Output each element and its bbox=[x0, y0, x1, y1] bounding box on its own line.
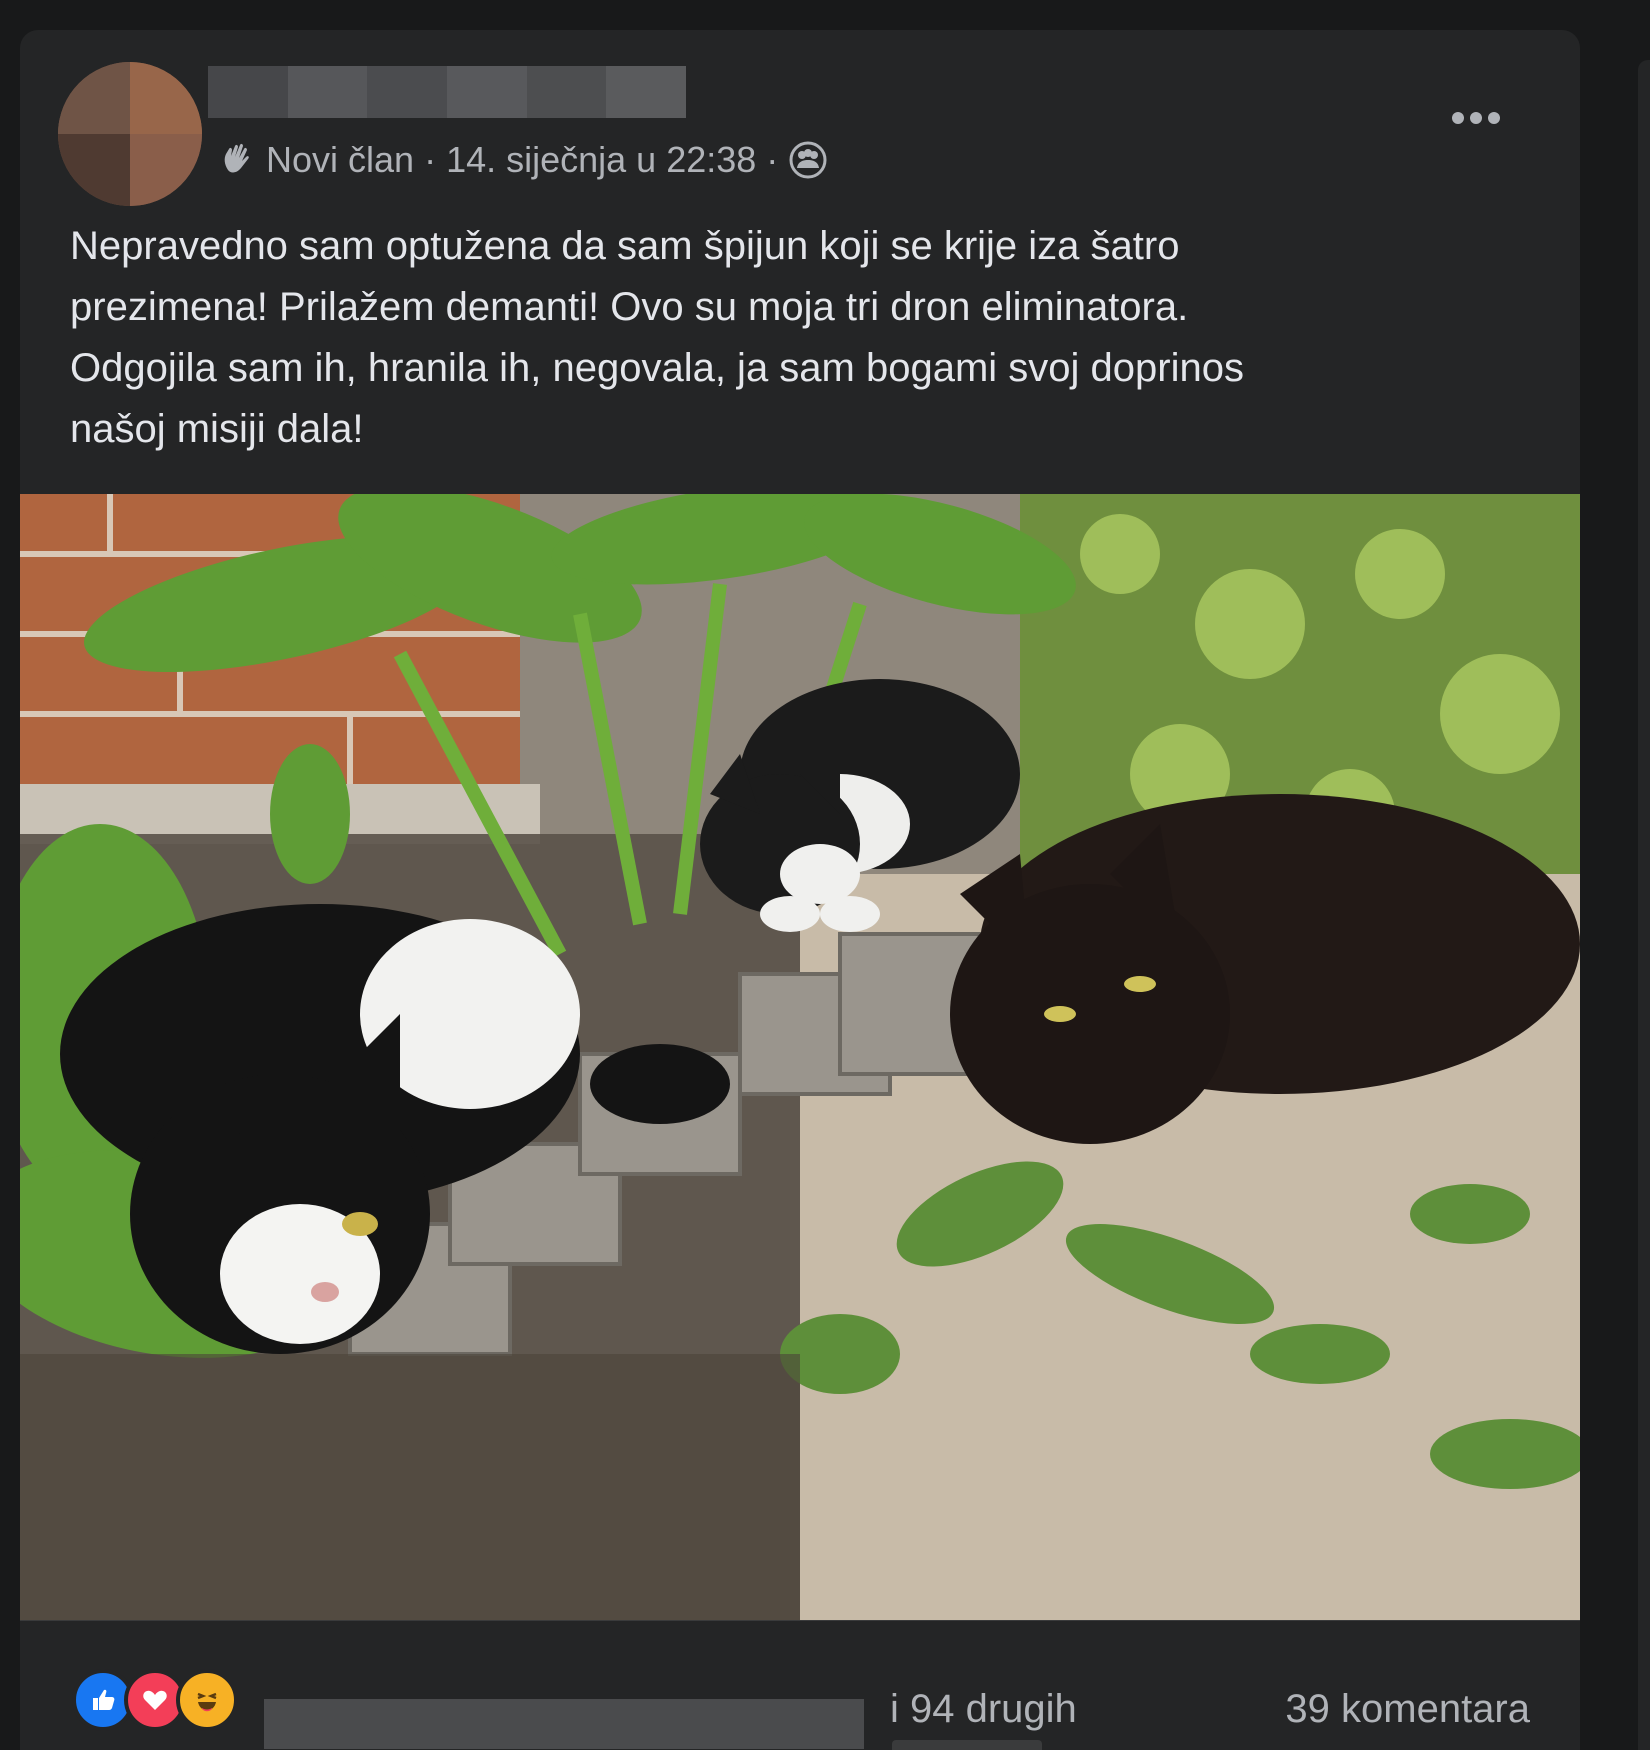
more-options-icon[interactable] bbox=[1452, 112, 1500, 124]
adjacent-panel bbox=[1580, 0, 1650, 1750]
post-text: Nepravedno sam optužena da sam špijun ko… bbox=[70, 224, 1244, 451]
comments-count[interactable]: 39 komentara bbox=[1285, 1687, 1530, 1732]
scroll-indicator[interactable] bbox=[892, 1740, 1042, 1750]
post-meta: Novi član · 14. siječnja u 22:38 · bbox=[216, 136, 828, 184]
reactions-summary[interactable] bbox=[72, 1669, 238, 1731]
author-name-redacted[interactable] bbox=[208, 66, 687, 118]
meta-separator-2: · bbox=[766, 139, 779, 180]
wave-icon bbox=[216, 140, 256, 180]
group-audience-icon[interactable] bbox=[788, 140, 828, 180]
post-footer: i 94 drugih 39 komentara bbox=[20, 1620, 1580, 1750]
post-card: Novi član · 14. siječnja u 22:38 · Nepra… bbox=[20, 30, 1580, 1750]
meta-separator: · bbox=[424, 139, 437, 180]
member-badge[interactable]: Novi član bbox=[266, 139, 414, 181]
haha-icon bbox=[176, 1669, 238, 1731]
post-photo[interactable] bbox=[20, 494, 1580, 1620]
reactors-names-redacted[interactable] bbox=[264, 1699, 864, 1749]
post-timestamp[interactable]: 14. siječnja u 22:38 bbox=[446, 139, 756, 181]
avatar[interactable] bbox=[58, 62, 202, 206]
others-count[interactable]: i 94 drugih bbox=[890, 1687, 1077, 1732]
